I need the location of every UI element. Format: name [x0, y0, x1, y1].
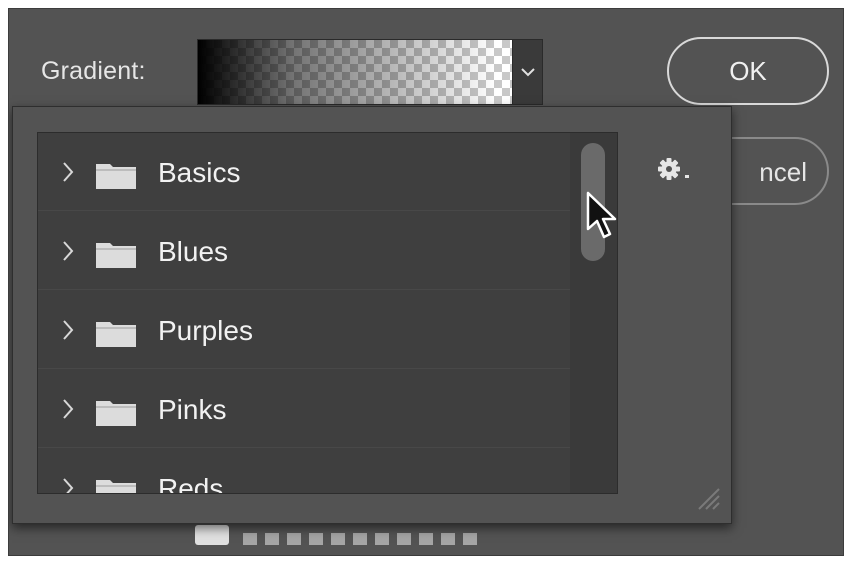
folder-icon — [96, 322, 136, 347]
preset-folder-row[interactable]: Reds — [38, 449, 570, 494]
preset-folder-label: Pinks — [158, 394, 227, 425]
chevron-right-icon[interactable] — [62, 398, 74, 420]
preset-folder-row[interactable]: Blues — [38, 212, 570, 290]
ok-button[interactable]: OK — [667, 37, 829, 105]
gradient-preview-swatch[interactable] — [197, 39, 513, 105]
preset-list: Basics Blues Purples Pinks Reds — [37, 132, 618, 494]
chevron-down-icon — [520, 68, 535, 77]
folder-icon — [96, 164, 136, 189]
folder-icon — [96, 243, 136, 268]
chevron-right-icon[interactable] — [62, 240, 74, 262]
mouse-pointer-icon — [586, 191, 617, 239]
folder-icon — [96, 480, 136, 493]
cancel-button-label: ncel — [759, 157, 807, 187]
resize-grip-icon[interactable] — [695, 485, 721, 511]
gradient-dropdown-button[interactable] — [513, 39, 543, 105]
preset-folder-label: Basics — [158, 157, 241, 188]
preset-folder-label: Purples — [158, 315, 253, 346]
checkbox-label-obscured — [243, 533, 483, 545]
preset-folder-row[interactable]: Purples — [38, 291, 570, 369]
preset-folder-row[interactable]: Basics — [38, 133, 570, 211]
folder-icon — [96, 401, 136, 426]
preset-folder-label: Reds — [158, 473, 224, 494]
gradient-dialog: Gradient: OK ncel Basics Blues Purples P… — [8, 8, 844, 556]
gradient-picker-popup: Basics Blues Purples Pinks Reds — [12, 106, 732, 524]
chevron-right-icon[interactable] — [62, 477, 74, 494]
gear-icon[interactable] — [657, 157, 697, 187]
chevron-right-icon[interactable] — [62, 161, 74, 183]
preset-folder-label: Blues — [158, 236, 229, 267]
gradient-label: Gradient: — [41, 57, 146, 85]
checkbox[interactable] — [195, 525, 229, 545]
preset-folder-row[interactable]: Pinks — [38, 370, 570, 448]
chevron-right-icon[interactable] — [62, 319, 74, 341]
